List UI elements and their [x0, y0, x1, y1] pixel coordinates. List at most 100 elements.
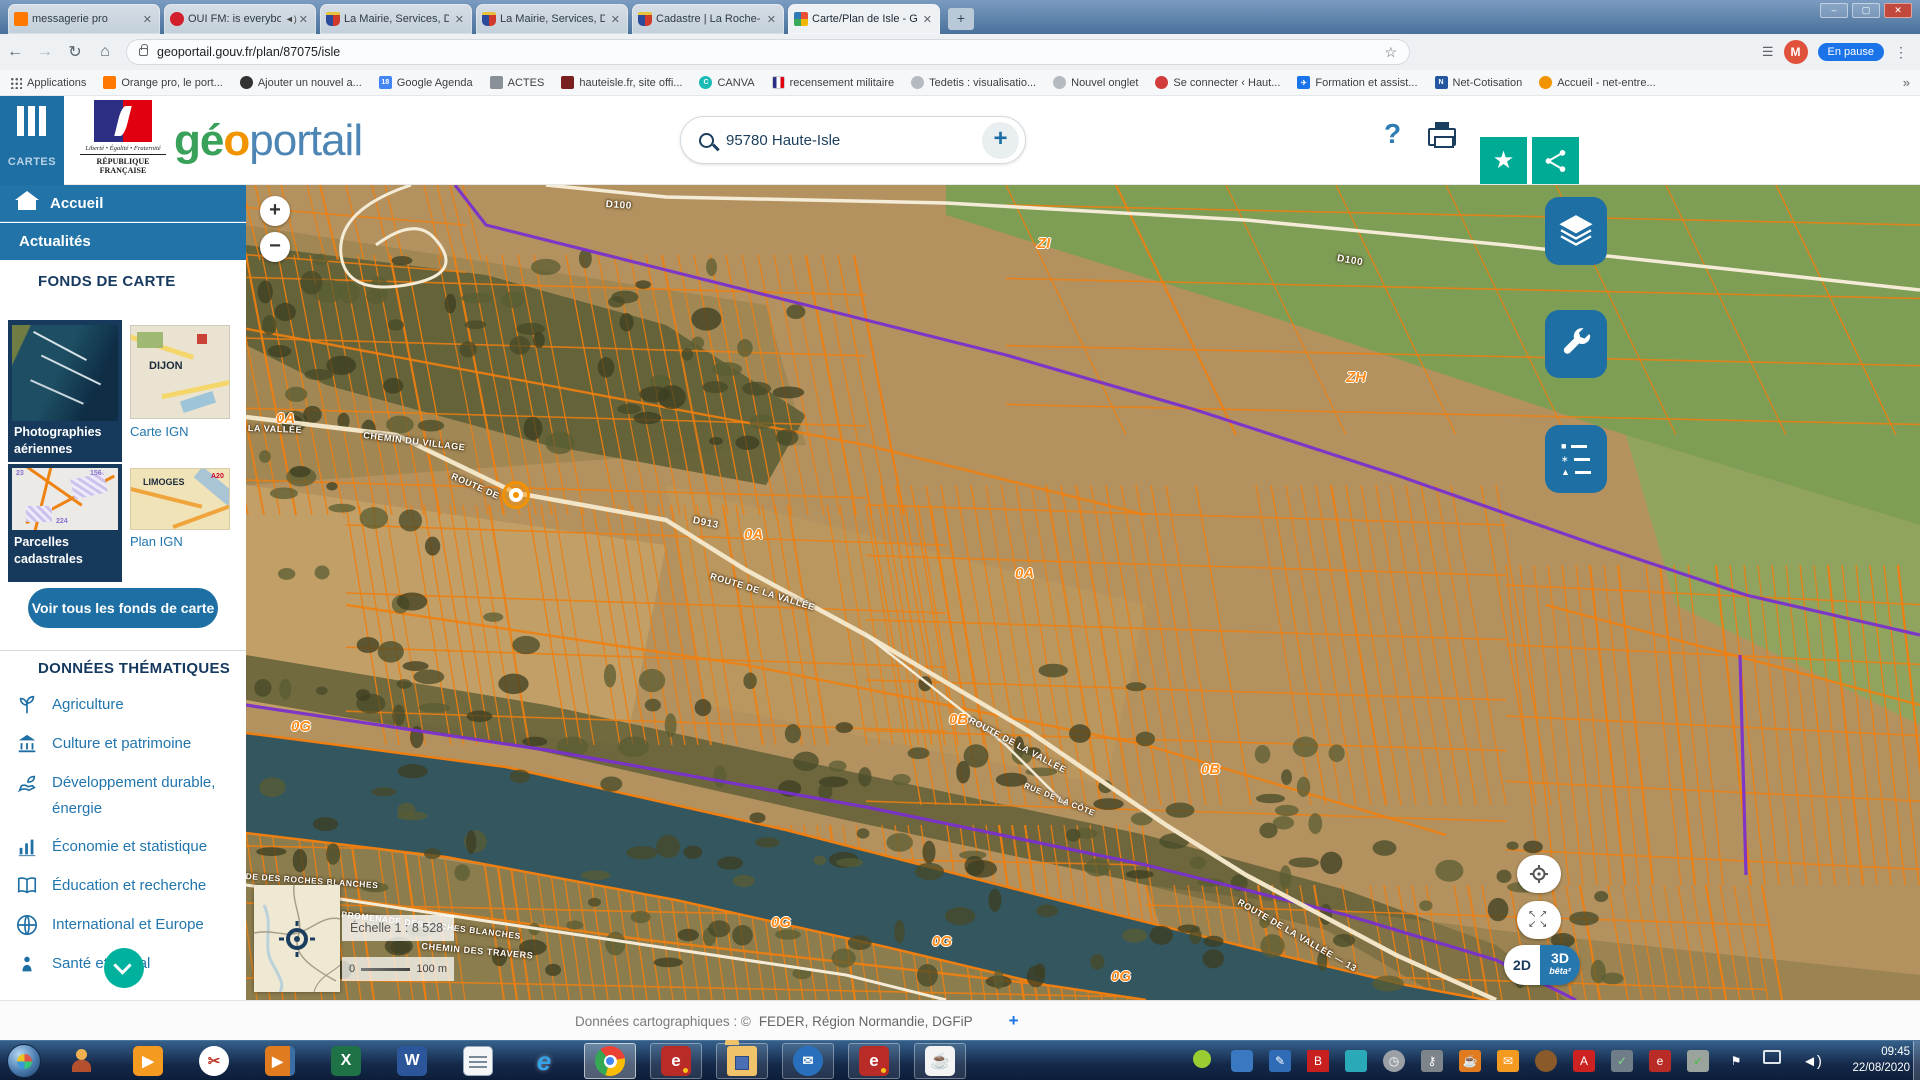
mode-2d-button[interactable]: 2D	[1504, 945, 1540, 985]
reading-list-icon[interactable]: ☰	[1762, 44, 1774, 60]
tray-mail-icon[interactable]: ✉	[1497, 1050, 1519, 1072]
overview-minimap[interactable]	[254, 885, 340, 992]
taskbar-app-folder-save[interactable]	[716, 1043, 768, 1079]
new-tab-button[interactable]: +	[948, 8, 974, 30]
theme-item-education[interactable]: Éducation et recherche	[16, 873, 206, 899]
window-minimize-button[interactable]: –	[1820, 3, 1848, 18]
theme-item-stats[interactable]: Économie et statistique	[16, 834, 207, 860]
tray-schedule-icon[interactable]: ◷	[1383, 1050, 1405, 1072]
tray-key-icon[interactable]: ⚷	[1421, 1050, 1443, 1072]
theme-item-plant[interactable]: Agriculture	[16, 692, 124, 718]
taskbar-app-excel[interactable]: X	[320, 1043, 372, 1079]
tab-close-icon[interactable]: ✕	[141, 13, 154, 26]
profile-avatar[interactable]: M	[1784, 40, 1808, 64]
tray-flag-icon[interactable]: ⚑	[1725, 1050, 1747, 1072]
taskbar-app-thunderbird[interactable]: ✉	[782, 1043, 834, 1079]
tab-close-icon[interactable]: ✕	[765, 13, 778, 26]
reload-icon[interactable]: ↻	[60, 42, 90, 62]
map-viewport[interactable]: ZIZH0A0A0A0B0B0G0G0G0GD100D100LA VALLÉEC…	[246, 185, 1920, 1000]
taskbar-app-word[interactable]: W	[386, 1043, 438, 1079]
bookmark-item[interactable]: 18Google Agenda	[379, 76, 473, 89]
browser-tab[interactable]: La Mairie, Services, Démarches | L✕	[320, 4, 472, 34]
browser-menu-icon[interactable]: ⋮	[1894, 44, 1908, 61]
basemap-tile-parcelles-cadastrales[interactable]: 23 156 224 Parcellescadastrales	[8, 464, 122, 582]
search-input[interactable]: 95780 Haute-Isle +	[680, 116, 1026, 164]
taskbar-app-contacts[interactable]	[56, 1043, 108, 1079]
tray-sync-user-icon[interactable]: ✎	[1269, 1050, 1291, 1072]
tray-volume-icon[interactable]: ◄)	[1801, 1050, 1823, 1072]
tray-bitdefender-icon[interactable]: B	[1307, 1050, 1329, 1072]
basemap-tile-carte-ign[interactable]: DIJON Carte IGN	[130, 320, 230, 462]
bookmark-item[interactable]: hauteisle.fr, site offi...	[561, 76, 682, 89]
search-add-button[interactable]: +	[982, 122, 1019, 159]
map-mode-toggle[interactable]: 2D 3Dbêta²	[1504, 945, 1580, 985]
bookmark-item[interactable]: Accueil - net-entre...	[1539, 76, 1655, 89]
mode-3d-button[interactable]: 3Dbêta²	[1540, 945, 1580, 985]
back-icon[interactable]: ←	[0, 43, 30, 61]
sidebar-expand-button[interactable]	[104, 948, 144, 988]
browser-tab[interactable]: messagerie pro✕	[8, 4, 160, 34]
browser-tab[interactable]: Carte/Plan de Isle - Géoportail✕	[788, 4, 940, 34]
start-button[interactable]	[7, 1044, 41, 1078]
basemap-tile-plan-ign[interactable]: LIMOGES A20 Plan IGN	[130, 464, 230, 582]
taskbar-app-internet-explorer[interactable]: e	[518, 1043, 570, 1079]
bookmarks-overflow-chevron[interactable]: »	[1903, 75, 1910, 90]
bookmark-item[interactable]: recensement militaire	[772, 76, 895, 89]
tray-usb-safe-icon[interactable]: ✓	[1611, 1050, 1633, 1072]
tray-sage-tray-icon[interactable]: e	[1649, 1050, 1671, 1072]
tray-alarm-icon[interactable]: A	[1573, 1050, 1595, 1072]
tab-audio-icon[interactable]: ◄)	[285, 14, 297, 24]
print-icon[interactable]	[1428, 128, 1456, 146]
bookmark-item[interactable]: CCANVA	[699, 76, 754, 89]
forward-icon[interactable]: →	[30, 43, 60, 61]
url-omnibox[interactable]: geoportail.gouv.fr/plan/87075/isle ☆	[126, 39, 1410, 65]
show-desktop-button[interactable]	[1913, 1041, 1920, 1080]
taskbar-app-media-play[interactable]: ▶	[122, 1043, 174, 1079]
browser-tab[interactable]: La Mairie, Services, Démarches | L✕	[476, 4, 628, 34]
fullscreen-button[interactable]: ↖↗↙↘	[1517, 901, 1561, 939]
help-button[interactable]: ?	[1384, 118, 1401, 150]
tray-display-icon[interactable]	[1345, 1050, 1367, 1072]
browser-tab[interactable]: OUI FM: is everybody going◄)✕	[164, 4, 316, 34]
legend-button[interactable]: ■ ∗ ▲	[1545, 425, 1607, 493]
sidebar-item-accueil[interactable]: Accueil	[0, 185, 246, 222]
attribution-expand-button[interactable]: +	[1009, 1011, 1019, 1031]
favorites-star-button[interactable]: ★	[1480, 137, 1527, 184]
bookmark-item[interactable]: Ajouter un nouvel a...	[240, 76, 362, 89]
tray-blue-app-icon[interactable]	[1231, 1050, 1253, 1072]
taskbar-app-chrome[interactable]	[584, 1043, 636, 1079]
sync-paused-button[interactable]: En pause	[1818, 43, 1884, 61]
tab-close-icon[interactable]: ✕	[921, 13, 934, 26]
tab-close-icon[interactable]: ✕	[609, 13, 622, 26]
bookmark-item[interactable]: Applications	[10, 77, 86, 89]
tray-green-status-icon[interactable]	[1193, 1050, 1211, 1068]
window-close-button[interactable]: ✕	[1884, 3, 1912, 18]
theme-item-hand-plant[interactable]: Développement durable,énergie	[16, 770, 215, 822]
bookmark-item[interactable]: ACTES	[490, 76, 545, 89]
geoportail-logo[interactable]: géoportail	[174, 116, 362, 166]
tray-printer-ok-icon[interactable]: ✓	[1687, 1050, 1709, 1072]
zoom-in-button[interactable]: +	[260, 196, 290, 226]
taskbar-clock[interactable]: 09:45 22/08/2020	[1852, 1044, 1910, 1076]
bookmark-item[interactable]: ✈Formation et assist...	[1297, 76, 1417, 89]
basemap-tile-photographies-aeriennes[interactable]: Photographiesaériennes	[8, 320, 122, 462]
bookmark-item[interactable]: Tedetis : visualisatio...	[911, 76, 1036, 89]
layers-button[interactable]: 3	[1545, 197, 1607, 265]
tray-cookie-icon[interactable]	[1535, 1050, 1557, 1072]
tools-button[interactable]	[1545, 310, 1607, 378]
taskbar-app-snipping-tool[interactable]: ✂	[188, 1043, 240, 1079]
bookmark-item[interactable]: Orange pro, le port...	[103, 76, 223, 89]
bookmark-item[interactable]: NNet-Cotisation	[1435, 76, 1523, 89]
taskbar-app-notepad[interactable]	[452, 1043, 504, 1079]
zoom-out-button[interactable]: −	[260, 232, 290, 262]
url-text[interactable]: geoportail.gouv.fr/plan/87075/isle	[157, 45, 340, 59]
theme-item-globe[interactable]: International et Europe	[16, 912, 204, 938]
tray-java-update-icon[interactable]: ☕	[1459, 1050, 1481, 1072]
tab-close-icon[interactable]: ✕	[297, 13, 310, 26]
browser-tab[interactable]: Cadastre | La Roche-Guyon✕	[632, 4, 784, 34]
taskbar-app-java[interactable]: ☕	[914, 1043, 966, 1079]
tray-network-icon[interactable]	[1763, 1050, 1781, 1064]
cartes-menu-button[interactable]: CARTES	[0, 96, 64, 185]
see-all-basemaps-button[interactable]: Voir tous les fonds de carte	[28, 588, 218, 628]
share-button[interactable]	[1532, 137, 1579, 184]
